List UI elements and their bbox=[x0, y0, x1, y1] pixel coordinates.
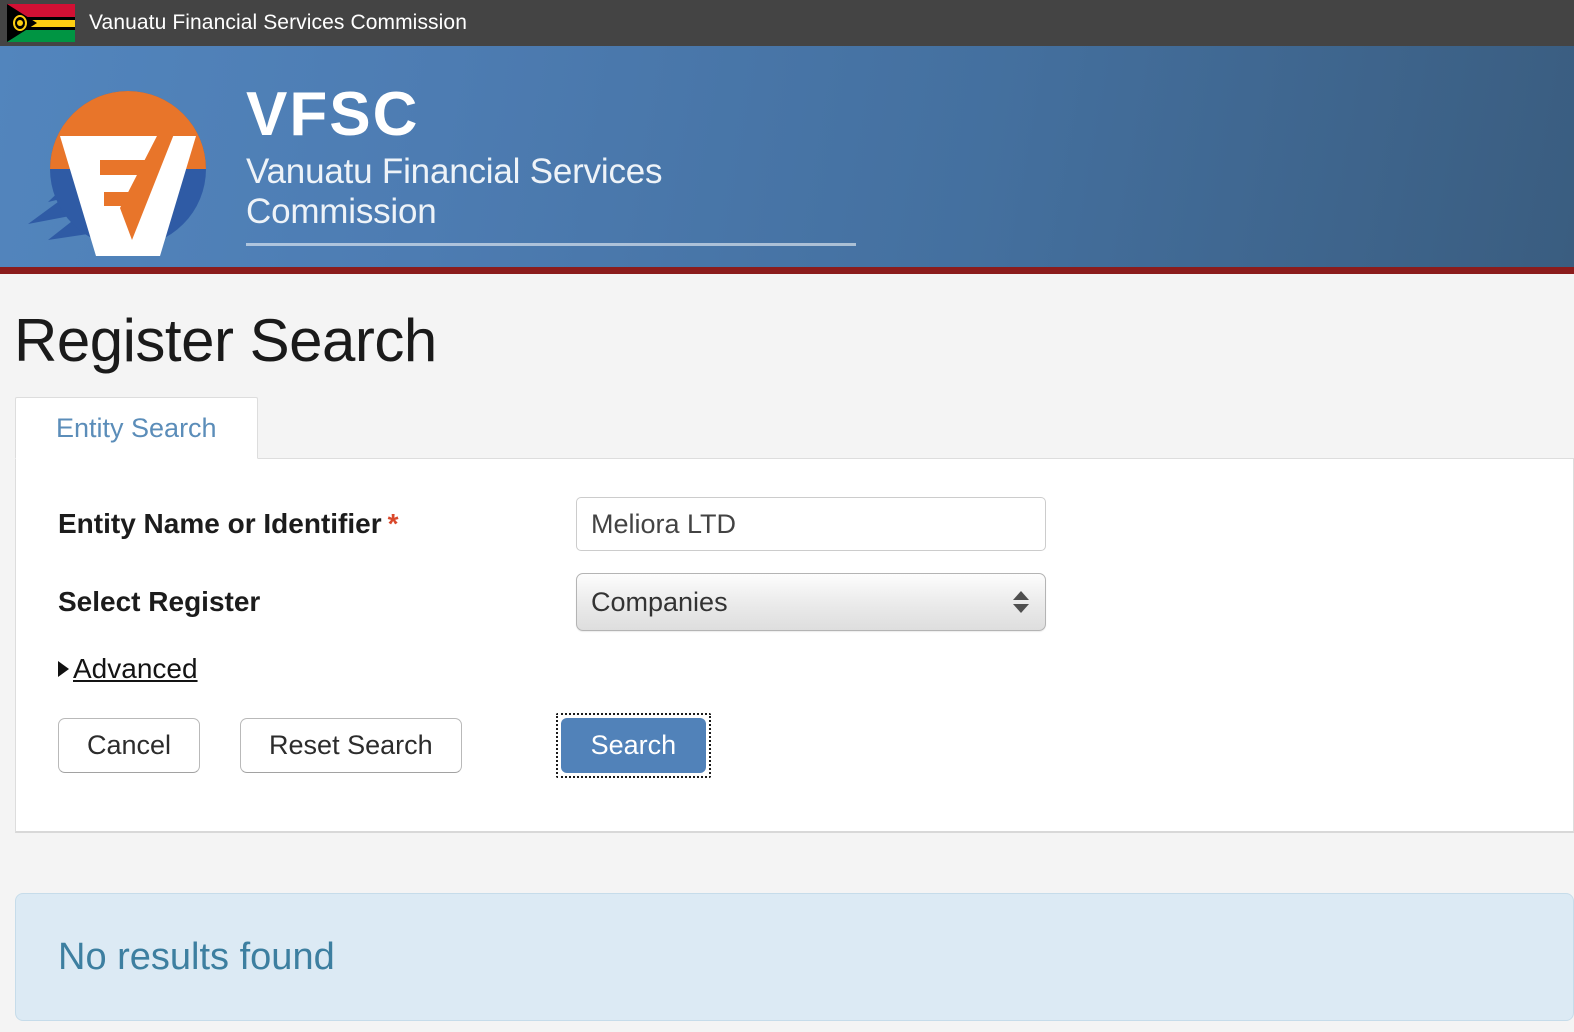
no-results-message: No results found bbox=[58, 936, 335, 978]
chevron-down-icon[interactable]: ⌄ bbox=[470, 274, 495, 275]
stepper-arrows-icon bbox=[1013, 591, 1029, 613]
advanced-toggle[interactable]: Advanced bbox=[16, 653, 1573, 685]
gov-bar-title: Vanuatu Financial Services Commission bbox=[89, 11, 467, 34]
cancel-button[interactable]: Cancel bbox=[58, 718, 201, 773]
page-title: Register Search bbox=[14, 307, 437, 374]
tab-entity-search[interactable]: Entity Search bbox=[15, 397, 258, 459]
entity-name-label-text: Entity Name or Identifier bbox=[58, 508, 382, 539]
search-button[interactable]: Search bbox=[560, 718, 707, 773]
entity-name-input[interactable] bbox=[576, 497, 1046, 551]
nav-home-link[interactable] bbox=[246, 271, 288, 275]
entity-name-label: Entity Name or Identifier * bbox=[58, 508, 576, 540]
search-button-focus-ring: Search bbox=[555, 713, 712, 778]
advanced-label[interactable]: Advanced bbox=[73, 653, 198, 685]
entity-name-row: Entity Name or Identifier * bbox=[16, 497, 1573, 551]
gov-top-bar: Vanuatu Financial Services Commission bbox=[0, 0, 1574, 46]
required-marker: * bbox=[387, 508, 399, 539]
chevron-down-icon[interactable]: ⌄ bbox=[752, 274, 777, 275]
reset-search-button[interactable]: Reset Search bbox=[240, 718, 462, 773]
page-content: Register Search Entity Search Entity Nam… bbox=[0, 309, 1574, 1021]
main-nav: Information ⌄ Registry Services ⌄ bbox=[246, 268, 788, 274]
brand-block: VFSC Vanuatu Financial Services Commissi… bbox=[246, 84, 856, 246]
tab-strip: Entity Search bbox=[15, 396, 1574, 459]
select-register-label: Select Register bbox=[58, 586, 261, 617]
brand-acronym: VFSC bbox=[246, 80, 420, 149]
brand-divider bbox=[246, 242, 856, 246]
vfsc-logo-icon[interactable] bbox=[8, 74, 238, 264]
nav-item-information[interactable]: Information bbox=[304, 268, 453, 274]
triangle-right-icon bbox=[58, 661, 69, 677]
vanuatu-flag-icon bbox=[7, 4, 75, 42]
home-icon bbox=[252, 271, 282, 275]
brand-name: Vanuatu Financial Services Commission bbox=[246, 152, 663, 232]
select-register-value: Companies bbox=[591, 586, 728, 617]
site-header: VFSC Vanuatu Financial Services Commissi… bbox=[0, 46, 1574, 274]
results-message-panel: No results found bbox=[15, 893, 1574, 1021]
form-actions: Cancel Reset Search Search bbox=[16, 713, 1573, 778]
select-register-row: Select Register Companies bbox=[16, 573, 1573, 631]
select-register-dropdown[interactable]: Companies bbox=[576, 573, 1046, 631]
nav-item-registry-services[interactable]: Registry Services bbox=[506, 268, 736, 274]
search-form-panel: Entity Name or Identifier* Select Regist… bbox=[15, 458, 1574, 833]
